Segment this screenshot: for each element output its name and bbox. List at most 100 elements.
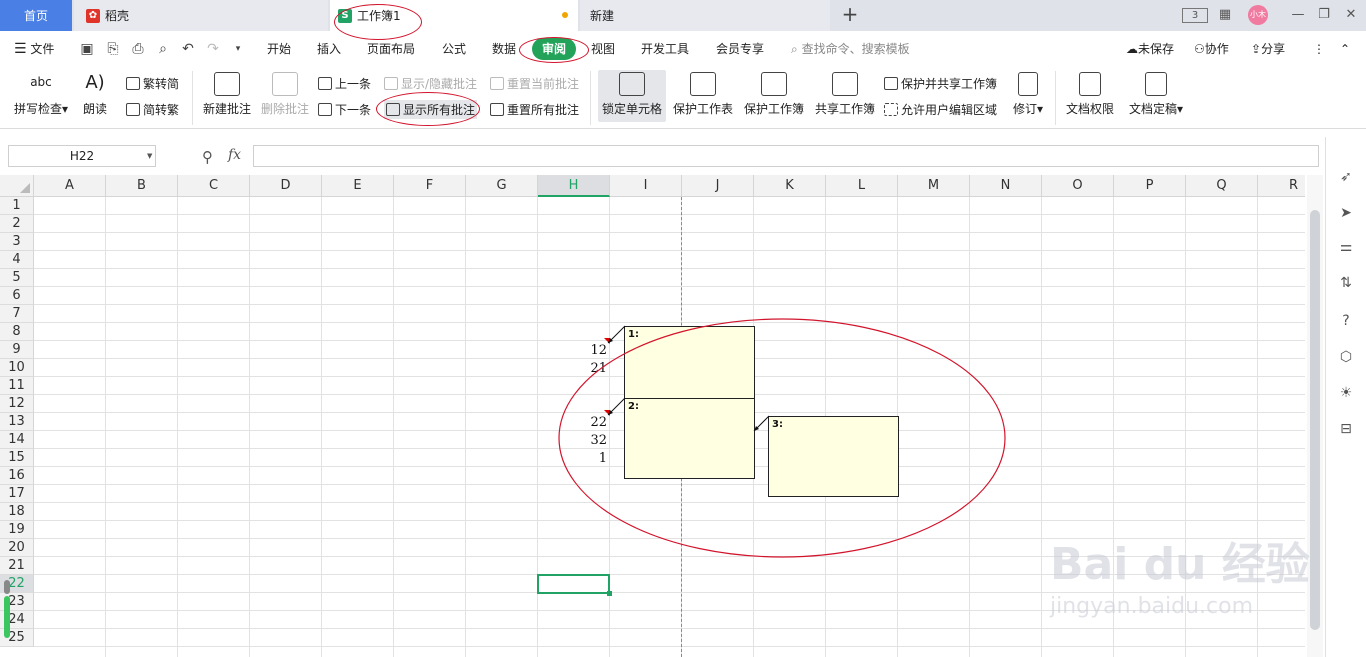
cell-h15[interactable]: 1 <box>537 451 607 466</box>
print-icon[interactable]: ⎙ <box>129 40 147 58</box>
close-icon[interactable]: ✕ <box>1340 5 1362 25</box>
rocket-icon[interactable]: ➶ <box>1336 167 1356 187</box>
fx-icon[interactable]: fx <box>228 147 241 163</box>
share-workbook-button[interactable]: 共享工作簿 <box>814 72 876 117</box>
row-header-19[interactable]: 19 <box>0 521 34 539</box>
comment-box-1[interactable]: 1: <box>624 326 755 399</box>
column-header-o[interactable]: O <box>1042 175 1114 197</box>
menu-data[interactable]: 数据 <box>492 40 516 58</box>
share-button[interactable]: ⇪分享 <box>1251 40 1285 58</box>
row-header-3[interactable]: 3 <box>0 233 34 251</box>
row-header-16[interactable]: 16 <box>0 467 34 485</box>
menu-developer[interactable]: 开发工具 <box>641 40 689 58</box>
row-header-14[interactable]: 14 <box>0 431 34 449</box>
formula-input[interactable] <box>253 145 1319 167</box>
column-header-i[interactable]: I <box>610 175 682 197</box>
restore-icon[interactable]: ❐ <box>1313 5 1335 25</box>
column-header-l[interactable]: L <box>826 175 898 197</box>
collapse-ribbon-icon[interactable]: ⌃ <box>1340 40 1350 58</box>
menu-page-layout[interactable]: 页面布局 <box>367 40 415 58</box>
spellcheck-button[interactable]: abc 拼写检查▾ <box>12 72 70 117</box>
comment-box-2[interactable]: 2: <box>624 398 755 479</box>
book-icon[interactable]: ⊟ <box>1336 419 1356 439</box>
tab-home[interactable]: 首页 <box>0 0 72 31</box>
sliders-icon[interactable]: ⚌ <box>1336 237 1356 257</box>
column-header-k[interactable]: K <box>754 175 826 197</box>
tab-new[interactable]: 新建 <box>580 0 830 31</box>
simp-to-trad-button[interactable]: 简转繁 <box>126 101 179 118</box>
column-header-a[interactable]: A <box>34 175 106 197</box>
lock-cell-button[interactable]: 锁定单元格 <box>598 70 666 122</box>
cell-h10[interactable]: 21 <box>537 361 607 376</box>
pointer-icon[interactable]: ➤ <box>1336 203 1356 223</box>
doc-permission-button[interactable]: 文档权限 <box>1064 72 1116 117</box>
row-header-18[interactable]: 18 <box>0 503 34 521</box>
save-icon[interactable]: ▣ <box>78 40 96 58</box>
column-header-p[interactable]: P <box>1114 175 1186 197</box>
row-header-1[interactable]: 1 <box>0 197 34 215</box>
column-header-c[interactable]: C <box>178 175 250 197</box>
minimize-icon[interactable]: — <box>1287 5 1309 25</box>
zoom-icon[interactable]: ⚲ <box>202 148 213 166</box>
allow-edit-ranges-button[interactable]: 允许用户编辑区域 <box>884 101 997 118</box>
row-header-10[interactable]: 10 <box>0 359 34 377</box>
transfer-icon[interactable]: ⇅ <box>1336 273 1356 293</box>
row-header-6[interactable]: 6 <box>0 287 34 305</box>
column-header-g[interactable]: G <box>466 175 538 197</box>
selected-cell-h22[interactable] <box>537 574 612 596</box>
select-all-corner[interactable] <box>0 175 34 197</box>
row-header-9[interactable]: 9 <box>0 341 34 359</box>
print-preview-icon[interactable]: ⌕ <box>154 40 172 58</box>
menu-member[interactable]: 会员专享 <box>716 40 764 58</box>
menu-formulas[interactable]: 公式 <box>442 40 466 58</box>
cloud-save-button[interactable]: ☁未保存 <box>1126 40 1174 58</box>
show-hide-comment-button[interactable]: 显示/隐藏批注 <box>384 75 477 92</box>
avatar[interactable]: 小木 <box>1248 5 1268 25</box>
menu-insert[interactable]: 插入 <box>317 40 341 58</box>
column-header-e[interactable]: E <box>322 175 394 197</box>
comment-box-3[interactable]: 3: <box>768 416 899 497</box>
column-header-b[interactable]: B <box>106 175 178 197</box>
menu-view[interactable]: 视图 <box>591 40 615 58</box>
tab-daoke[interactable]: ✿ 稻壳 <box>74 0 328 31</box>
cell-h14[interactable]: 32 <box>537 433 607 448</box>
column-header-m[interactable]: M <box>898 175 970 197</box>
file-menu[interactable]: ☰ 文件 <box>14 40 54 58</box>
next-comment-button[interactable]: 下一条 <box>318 101 371 118</box>
name-box[interactable]: H22 <box>8 145 156 167</box>
cube-icon[interactable]: ⬡ <box>1336 347 1356 367</box>
lightbulb-icon[interactable]: ☀ <box>1336 383 1356 403</box>
row-header-2[interactable]: 2 <box>0 215 34 233</box>
row-header-11[interactable]: 11 <box>0 377 34 395</box>
new-comment-button[interactable]: 新建批注 <box>202 72 252 117</box>
column-header-n[interactable]: N <box>970 175 1042 197</box>
screen-layout-button[interactable]: 3 <box>1182 8 1208 23</box>
row-header-8[interactable]: 8 <box>0 323 34 341</box>
name-box-dropdown-icon[interactable]: ▼ <box>147 152 152 160</box>
column-header-q[interactable]: Q <box>1186 175 1258 197</box>
revise-button[interactable]: 修订▾ <box>1010 72 1046 117</box>
help-icon[interactable]: ? <box>1336 311 1356 331</box>
add-tab-button[interactable]: + <box>838 3 862 27</box>
row-header-20[interactable]: 20 <box>0 539 34 557</box>
cell-h9[interactable]: 12 <box>537 343 607 358</box>
reset-current-comment-button[interactable]: 重置当前批注 <box>490 75 579 92</box>
command-search[interactable]: ⌕ 查找命令、搜索模板 <box>791 40 910 58</box>
doc-finalize-button[interactable]: 文档定稿▾ <box>1126 72 1186 117</box>
export-pdf-icon[interactable]: ⎘ <box>104 40 122 58</box>
more-options-icon[interactable]: ⋮ <box>1313 40 1325 58</box>
delete-comment-button[interactable]: 删除批注 <box>260 72 310 117</box>
row-header-15[interactable]: 15 <box>0 449 34 467</box>
column-header-h[interactable]: H <box>538 175 610 197</box>
cell-h13[interactable]: 22 <box>537 415 607 430</box>
row-header-21[interactable]: 21 <box>0 557 34 575</box>
column-header-d[interactable]: D <box>250 175 322 197</box>
apps-grid-icon[interactable]: ▦ <box>1214 5 1236 25</box>
row-header-4[interactable]: 4 <box>0 251 34 269</box>
row-header-12[interactable]: 12 <box>0 395 34 413</box>
collaborate-button[interactable]: ⚇协作 <box>1194 40 1229 58</box>
row-header-5[interactable]: 5 <box>0 269 34 287</box>
undo-icon[interactable]: ↶ <box>179 40 197 58</box>
protect-and-share-button[interactable]: 保护并共享工作簿 <box>884 75 997 92</box>
quick-access-dropdown-icon[interactable]: ▾ <box>229 40 247 58</box>
